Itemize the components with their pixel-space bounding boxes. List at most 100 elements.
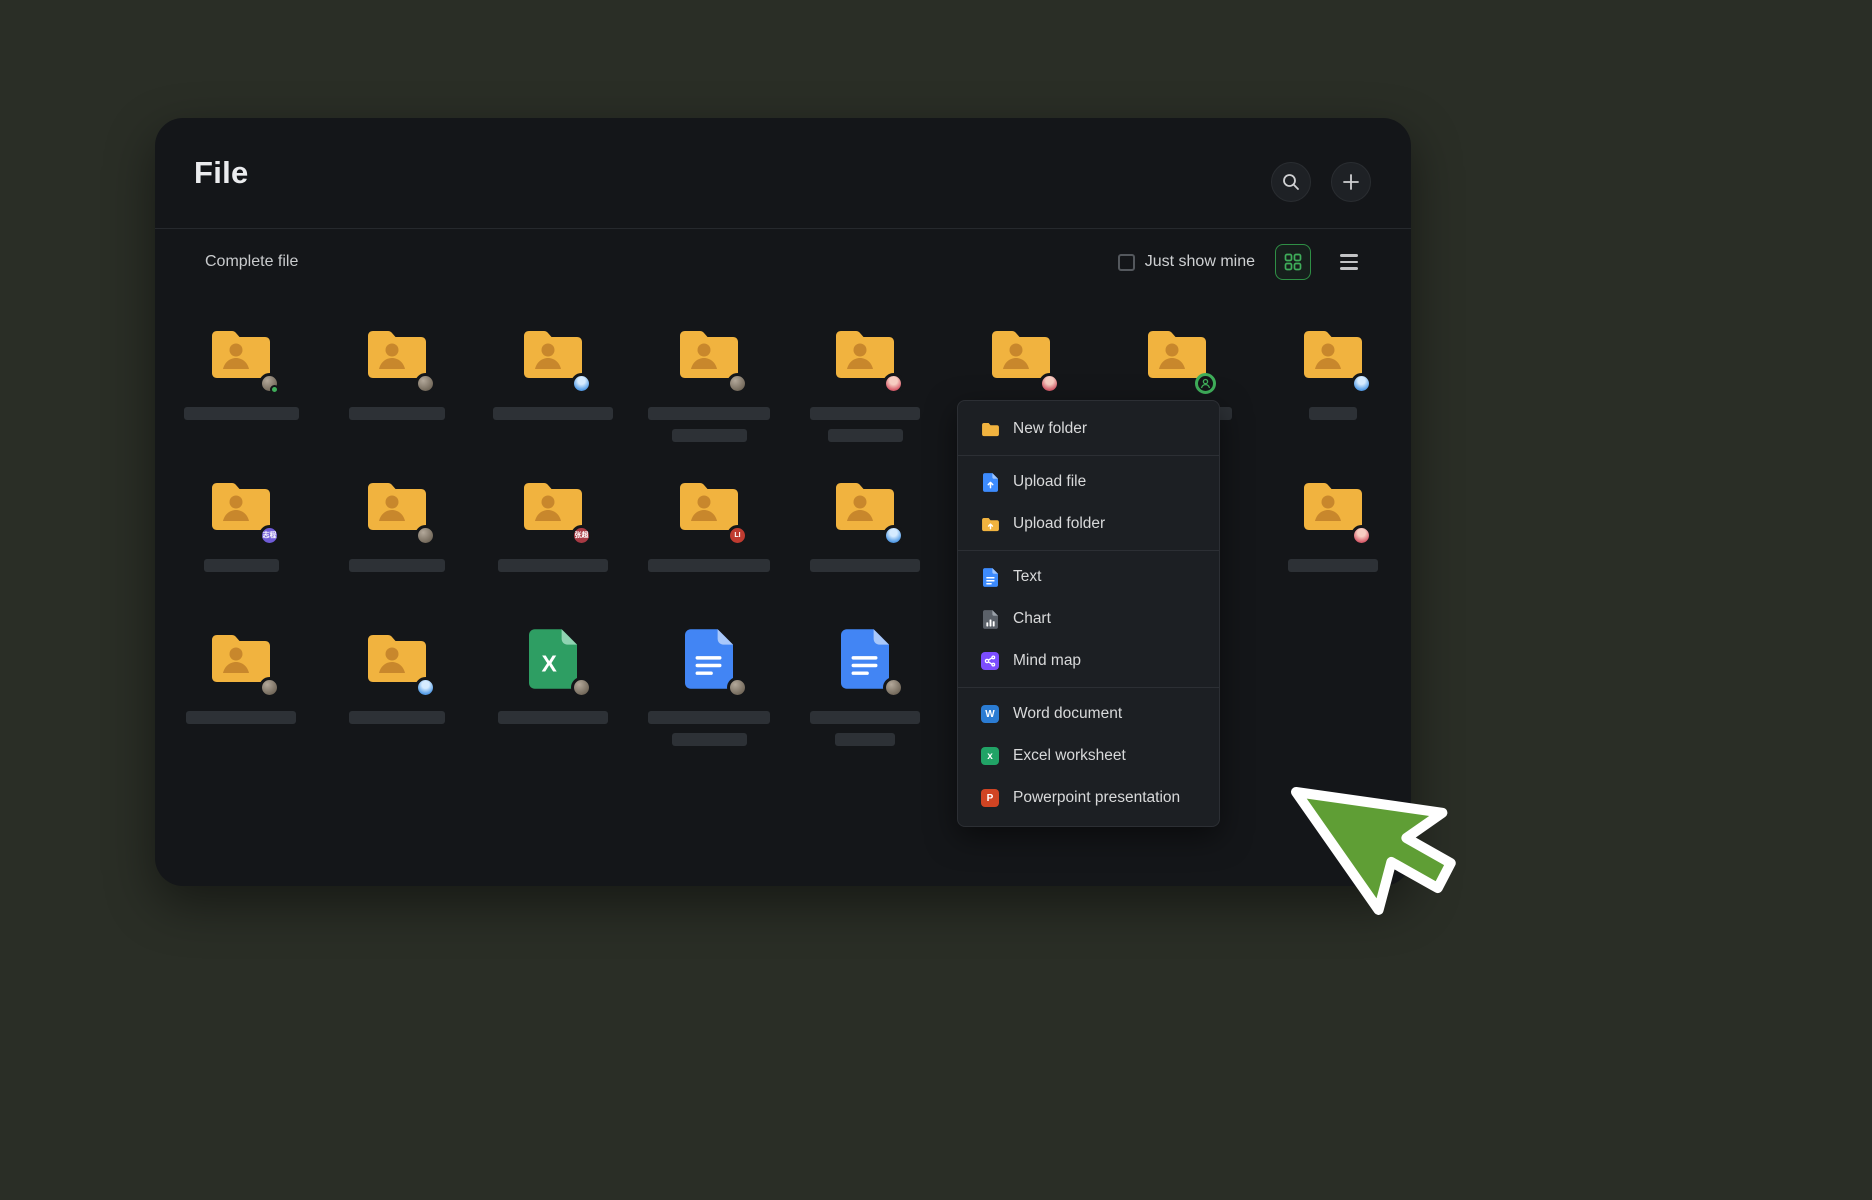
upload-folder-icon bbox=[980, 514, 1000, 534]
file-tile-folder[interactable] bbox=[787, 316, 943, 468]
file-name-placeholder bbox=[1309, 407, 1357, 420]
badge-initials: 志程 bbox=[263, 532, 277, 539]
menu-item-new-folder[interactable]: New folder bbox=[958, 408, 1219, 450]
toolbar-right: Just show mine bbox=[1118, 244, 1367, 280]
file-name-placeholder bbox=[648, 711, 770, 724]
menu-item-text[interactable]: Text bbox=[958, 556, 1219, 598]
avatar-badge bbox=[727, 373, 748, 394]
file-name-placeholder bbox=[828, 429, 903, 442]
file-tile-folder[interactable]: LI bbox=[631, 468, 787, 620]
file-name-placeholder bbox=[349, 559, 445, 572]
file-tile-document[interactable] bbox=[631, 620, 787, 772]
file-tile-folder[interactable] bbox=[163, 316, 319, 468]
folder-icon bbox=[990, 328, 1052, 378]
powerpoint-icon: P bbox=[980, 788, 1000, 808]
badge-initials: LI bbox=[734, 532, 740, 539]
menu-item-word-document[interactable]: W Word document bbox=[958, 693, 1219, 735]
word-icon: W bbox=[980, 704, 1000, 724]
checkbox-box[interactable] bbox=[1118, 254, 1135, 271]
file-manager-window: File Complete file Just show mine bbox=[155, 118, 1411, 886]
folder-icon bbox=[834, 328, 896, 378]
file-tile-folder[interactable] bbox=[1255, 316, 1411, 468]
grid-view-button[interactable] bbox=[1275, 244, 1311, 280]
upload-file-icon bbox=[980, 472, 1000, 492]
grid-empty-cell bbox=[1255, 620, 1411, 772]
avatar-badge bbox=[571, 373, 592, 394]
avatar-badge bbox=[883, 373, 904, 394]
avatar-badge bbox=[415, 525, 436, 546]
menu-item-excel-worksheet[interactable]: x Excel worksheet bbox=[958, 735, 1219, 777]
file-tile-folder[interactable] bbox=[319, 468, 475, 620]
file-grid: 志程 张超 LI bbox=[163, 316, 1411, 772]
list-view-button[interactable] bbox=[1331, 244, 1367, 280]
menu-item-label: Chart bbox=[1013, 610, 1051, 628]
menu-item-chart[interactable]: Chart bbox=[958, 598, 1219, 640]
file-tile-folder[interactable] bbox=[1255, 468, 1411, 620]
menu-item-upload-file[interactable]: Upload file bbox=[958, 461, 1219, 503]
badge-initials: 张超 bbox=[575, 532, 589, 539]
file-name-placeholder bbox=[835, 733, 895, 746]
file-name-placeholder bbox=[186, 711, 296, 724]
file-name-placeholder bbox=[810, 559, 920, 572]
avatar-badge bbox=[259, 677, 280, 698]
menu-item-powerpoint[interactable]: P Powerpoint presentation bbox=[958, 777, 1219, 819]
file-tile-spreadsheet[interactable]: X bbox=[475, 620, 631, 772]
file-name-placeholder bbox=[810, 711, 920, 724]
file-tile-folder[interactable]: 志程 bbox=[163, 468, 319, 620]
file-name-placeholder bbox=[184, 407, 299, 420]
folder-icon bbox=[210, 632, 272, 682]
file-name-placeholder bbox=[498, 711, 608, 724]
file-name-placeholder bbox=[204, 559, 279, 572]
avatar-badge bbox=[883, 677, 904, 698]
folder-icon bbox=[834, 480, 896, 530]
menu-item-upload-folder[interactable]: Upload folder bbox=[958, 503, 1219, 545]
avatar-badge bbox=[415, 677, 436, 698]
file-name-placeholder bbox=[672, 429, 747, 442]
doc-file-icon bbox=[685, 629, 733, 689]
section-label: Complete file bbox=[205, 253, 298, 271]
file-name-placeholder bbox=[493, 407, 613, 420]
menu-item-label: Word document bbox=[1013, 705, 1122, 723]
file-tile-folder[interactable] bbox=[163, 620, 319, 772]
folder-icon bbox=[522, 328, 584, 378]
file-tile-folder[interactable] bbox=[475, 316, 631, 468]
folder-icon bbox=[210, 480, 272, 530]
file-tile-folder[interactable] bbox=[631, 316, 787, 468]
just-show-mine-checkbox[interactable]: Just show mine bbox=[1118, 253, 1255, 271]
file-tile-folder[interactable] bbox=[319, 620, 475, 772]
file-tile-folder[interactable] bbox=[319, 316, 475, 468]
folder-icon bbox=[1146, 328, 1208, 378]
search-button[interactable] bbox=[1271, 162, 1311, 202]
header-divider bbox=[155, 228, 1411, 229]
online-dot bbox=[270, 385, 279, 394]
file-name-placeholder bbox=[810, 407, 920, 420]
excel-icon: x bbox=[980, 746, 1000, 766]
add-button[interactable] bbox=[1331, 162, 1371, 202]
menu-item-mind-map[interactable]: Mind map bbox=[958, 640, 1219, 682]
shared-badge bbox=[1195, 373, 1216, 394]
folder-icon bbox=[366, 328, 428, 378]
folder-icon bbox=[210, 328, 272, 378]
new-folder-icon bbox=[980, 419, 1000, 439]
file-name-placeholder bbox=[349, 711, 445, 724]
search-icon bbox=[1282, 173, 1300, 191]
avatar-badge bbox=[1039, 373, 1060, 394]
avatar-badge: 志程 bbox=[259, 525, 280, 546]
avatar-badge bbox=[571, 677, 592, 698]
file-name-placeholder bbox=[672, 733, 747, 746]
file-tile-document[interactable] bbox=[787, 620, 943, 772]
avatar-badge bbox=[1351, 373, 1372, 394]
avatar-badge: 张超 bbox=[571, 525, 592, 546]
file-tile-folder[interactable]: 张超 bbox=[475, 468, 631, 620]
menu-divider bbox=[958, 687, 1219, 688]
menu-item-label: Excel worksheet bbox=[1013, 747, 1126, 765]
page-title: File bbox=[194, 155, 249, 191]
header-actions bbox=[1271, 162, 1371, 202]
folder-icon bbox=[1302, 328, 1364, 378]
file-name-placeholder bbox=[648, 559, 770, 572]
checkbox-label: Just show mine bbox=[1145, 253, 1255, 271]
file-tile-folder[interactable] bbox=[787, 468, 943, 620]
menu-item-label: New folder bbox=[1013, 420, 1087, 438]
file-name-placeholder bbox=[349, 407, 445, 420]
file-name-placeholder bbox=[1288, 559, 1378, 572]
